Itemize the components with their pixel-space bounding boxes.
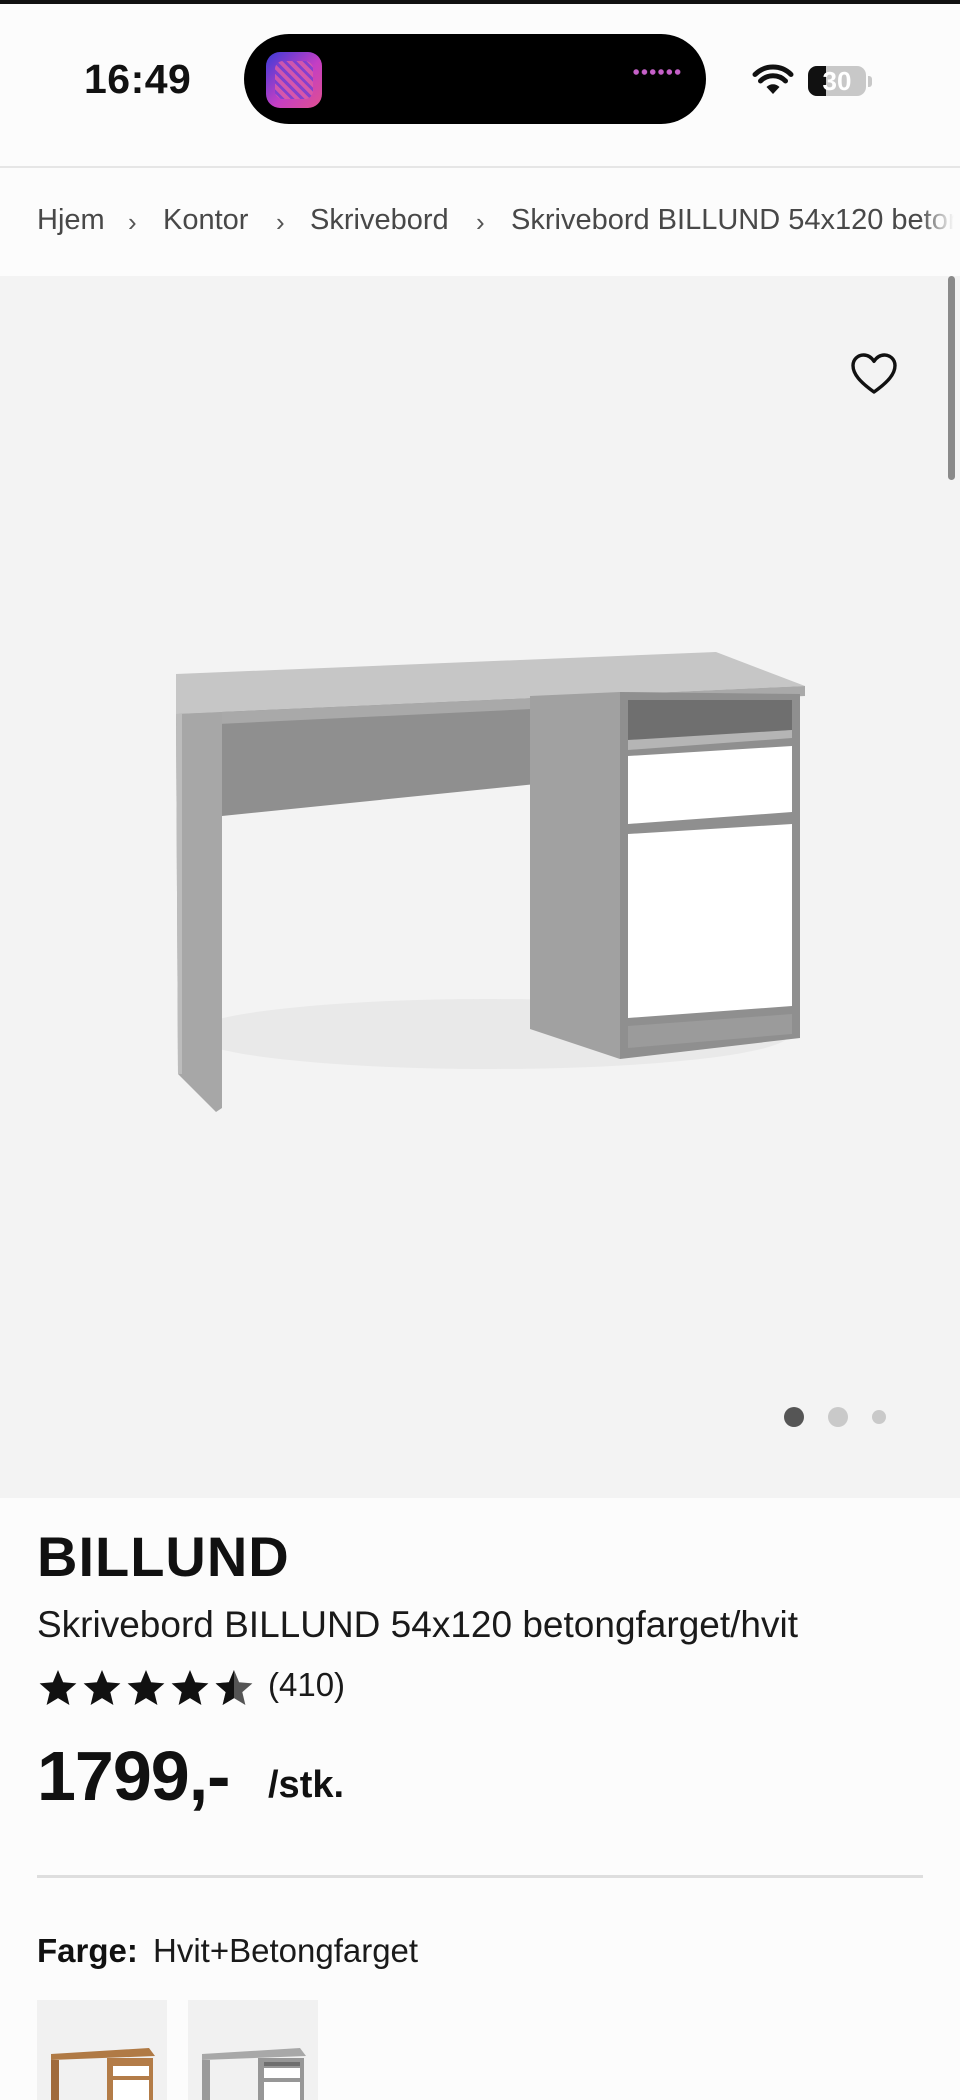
battery-percentage: 30 [822, 66, 852, 96]
chevron-right-icon: › [128, 207, 137, 237]
divider [37, 1875, 923, 1878]
product-title: Skrivebord BILLUND 54x120 betongfarget/h… [37, 1604, 798, 1645]
breadcrumb-desks[interactable]: Skrivebord [310, 204, 449, 237]
status-bar: 16:49 30 [0, 8, 960, 168]
battery-icon: 30 [808, 66, 866, 96]
product-image[interactable] [160, 634, 820, 1114]
color-value: Hvit+Betongfarget [153, 1932, 419, 1969]
wifi-icon [752, 64, 794, 94]
dynamic-island[interactable] [244, 34, 706, 124]
color-swatch-concrete[interactable] [188, 2000, 318, 2100]
swatch-concrete-image [202, 2048, 306, 2100]
activity-indicator-icon [632, 68, 682, 76]
review-count[interactable]: (410) [268, 1666, 345, 1704]
swatch-oak-image [51, 2048, 155, 2100]
breadcrumb-fade [920, 168, 960, 276]
heart-icon[interactable] [850, 352, 898, 396]
product-price: 1799,- [37, 1737, 230, 1815]
rating-stars[interactable] [38, 1668, 258, 1708]
gallery-dot-active[interactable] [784, 1407, 804, 1427]
breadcrumb: Hjem › Kontor › Skrivebord › Skrivebord … [0, 168, 960, 276]
gallery-dot[interactable] [828, 1407, 848, 1427]
color-label: Farge: [37, 1932, 138, 1969]
breadcrumb-office[interactable]: Kontor [163, 204, 248, 237]
chevron-right-icon: › [476, 207, 485, 237]
gallery-dot[interactable] [872, 1410, 886, 1424]
clock: 16:49 [84, 56, 192, 102]
price-unit: /stk. [268, 1764, 345, 1806]
chevron-right-icon: › [276, 207, 285, 237]
breadcrumb-current-product[interactable]: Skrivebord BILLUND 54x120 betongfarget/h… [511, 204, 960, 237]
product-brand: BILLUND [37, 1525, 290, 1588]
live-activity-app-icon[interactable] [266, 52, 322, 108]
breadcrumb-home[interactable]: Hjem [37, 204, 105, 237]
scrollbar[interactable] [948, 276, 955, 480]
color-swatch-oak[interactable] [37, 2000, 167, 2100]
battery-cap-icon [868, 76, 872, 87]
